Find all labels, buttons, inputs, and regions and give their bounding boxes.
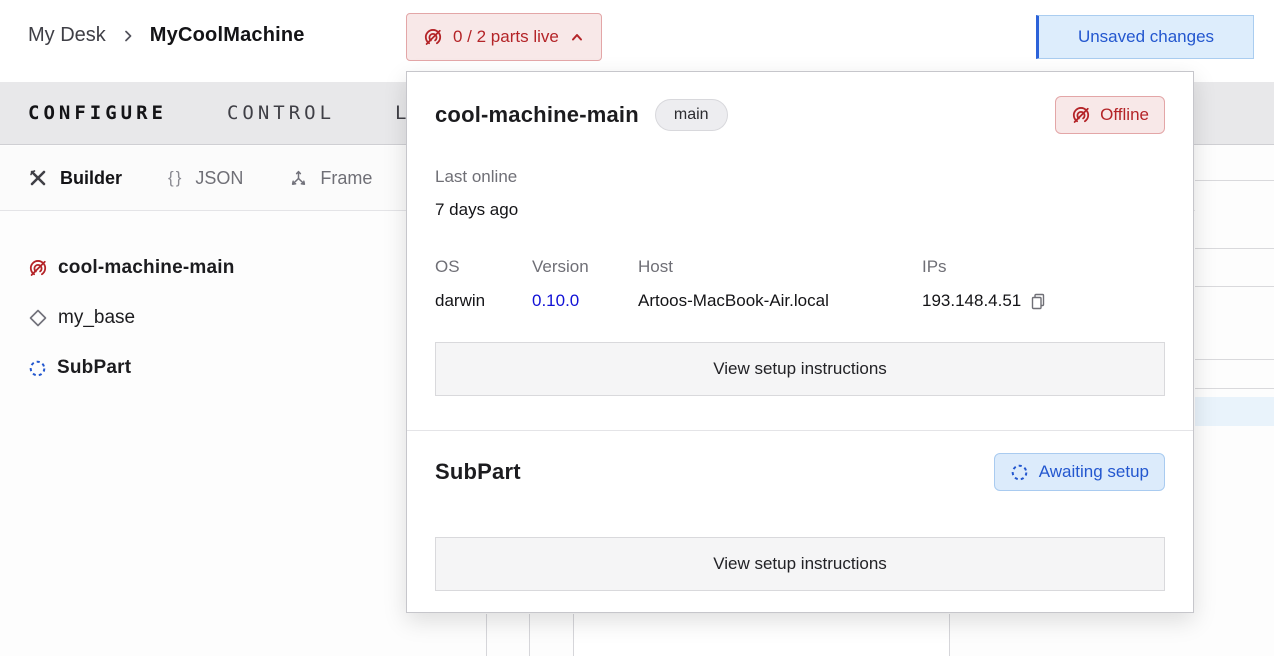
unsaved-changes-button[interactable]: Unsaved changes bbox=[1036, 15, 1254, 59]
view-setup-instructions-button[interactable]: View setup instructions bbox=[435, 342, 1165, 396]
machine-page: My Desk MyCoolMachine 0 / 2 parts live U… bbox=[0, 0, 1274, 656]
bg-highlighted-row bbox=[1195, 397, 1274, 426]
bg-card-edge bbox=[529, 614, 530, 656]
top-header: My Desk MyCoolMachine 0 / 2 parts live U… bbox=[0, 0, 1274, 82]
subtab-json-label: JSON bbox=[195, 168, 243, 189]
sub-part-section: SubPart Awaiting setup View setup instru… bbox=[407, 431, 1193, 591]
sidebar-item-label: SubPart bbox=[57, 357, 131, 379]
awaiting-setup-label: Awaiting setup bbox=[1039, 462, 1149, 482]
offline-status-label: Offline bbox=[1100, 105, 1149, 125]
last-online-label: Last online bbox=[435, 166, 1165, 188]
bg-row-divider bbox=[1195, 180, 1274, 181]
subtab-json[interactable]: {} JSON bbox=[168, 168, 243, 189]
sub-part-name: SubPart bbox=[435, 456, 521, 488]
awaiting-setup-badge: Awaiting setup bbox=[994, 453, 1165, 491]
main-part-badge: main bbox=[655, 99, 728, 131]
sidebar-item-main-part[interactable]: cool-machine-main bbox=[0, 243, 406, 293]
main-part-section: cool-machine-main main Offline Last onli… bbox=[407, 72, 1193, 396]
main-part-name: cool-machine-main bbox=[435, 100, 639, 130]
bg-card-edge bbox=[573, 614, 574, 656]
bg-row-divider bbox=[1195, 359, 1274, 360]
ip-value: 193.148.4.51 bbox=[922, 290, 1021, 312]
bg-row-divider bbox=[1195, 388, 1274, 389]
bg-row-divider bbox=[1195, 286, 1274, 287]
subtab-frame[interactable]: Frame bbox=[289, 168, 372, 189]
host-column-header: Host bbox=[638, 256, 922, 278]
last-online-value: 7 days ago bbox=[435, 198, 1165, 222]
offline-icon bbox=[28, 258, 48, 278]
os-column-header: OS bbox=[435, 256, 532, 278]
sidebar-item-label: cool-machine-main bbox=[58, 257, 235, 279]
sidebar-item-component[interactable]: my_base bbox=[0, 293, 406, 343]
awaiting-setup-icon bbox=[28, 359, 47, 378]
parts-live-label: 0 / 2 parts live bbox=[453, 27, 559, 47]
frame-axes-icon bbox=[289, 169, 308, 188]
builder-tools-icon bbox=[28, 168, 48, 188]
component-diamond-icon bbox=[28, 308, 48, 328]
offline-status-badge: Offline bbox=[1055, 96, 1165, 134]
subtab-builder-label: Builder bbox=[60, 168, 122, 189]
parts-status-panel: cool-machine-main main Offline Last onli… bbox=[406, 71, 1194, 613]
tab-configure[interactable]: CONFIGURE bbox=[28, 102, 167, 124]
os-value: darwin bbox=[435, 290, 532, 312]
sidebar-item-sub-part[interactable]: SubPart bbox=[0, 343, 406, 393]
copy-ip-icon[interactable] bbox=[1029, 292, 1047, 310]
bg-card-edge bbox=[486, 614, 487, 656]
unsaved-changes-label: Unsaved changes bbox=[1078, 27, 1214, 47]
tab-control[interactable]: CONTROL bbox=[227, 102, 335, 124]
version-column-header: Version bbox=[532, 256, 638, 278]
subtab-frame-label: Frame bbox=[320, 168, 372, 189]
bg-row-divider bbox=[1195, 248, 1274, 249]
awaiting-setup-icon bbox=[1010, 463, 1029, 482]
part-info-table: OS darwin Version 0.10.0 Host Artoos-Mac… bbox=[435, 256, 1165, 312]
chevron-right-icon bbox=[120, 28, 136, 44]
ips-column-header: IPs bbox=[922, 256, 1165, 278]
subtab-builder[interactable]: Builder bbox=[28, 168, 122, 189]
machine-name-title: MyCoolMachine bbox=[150, 24, 305, 47]
bg-card-edge bbox=[949, 614, 950, 656]
machine-parts-sidebar: cool-machine-main my_base SubPart bbox=[0, 243, 406, 393]
chevron-up-icon bbox=[569, 29, 585, 45]
sidebar-item-label: my_base bbox=[58, 307, 135, 329]
version-link[interactable]: 0.10.0 bbox=[532, 290, 579, 312]
offline-icon bbox=[423, 27, 443, 47]
breadcrumb-parent-link[interactable]: My Desk bbox=[28, 24, 106, 47]
bg-card bbox=[574, 614, 949, 656]
view-setup-instructions-button[interactable]: View setup instructions bbox=[435, 537, 1165, 591]
offline-icon bbox=[1071, 105, 1091, 125]
json-braces-icon: {} bbox=[168, 168, 183, 188]
host-value: Artoos-MacBook-Air.local bbox=[638, 290, 922, 312]
parts-live-dropdown-button[interactable]: 0 / 2 parts live bbox=[406, 13, 602, 61]
breadcrumb: My Desk MyCoolMachine bbox=[28, 0, 305, 71]
